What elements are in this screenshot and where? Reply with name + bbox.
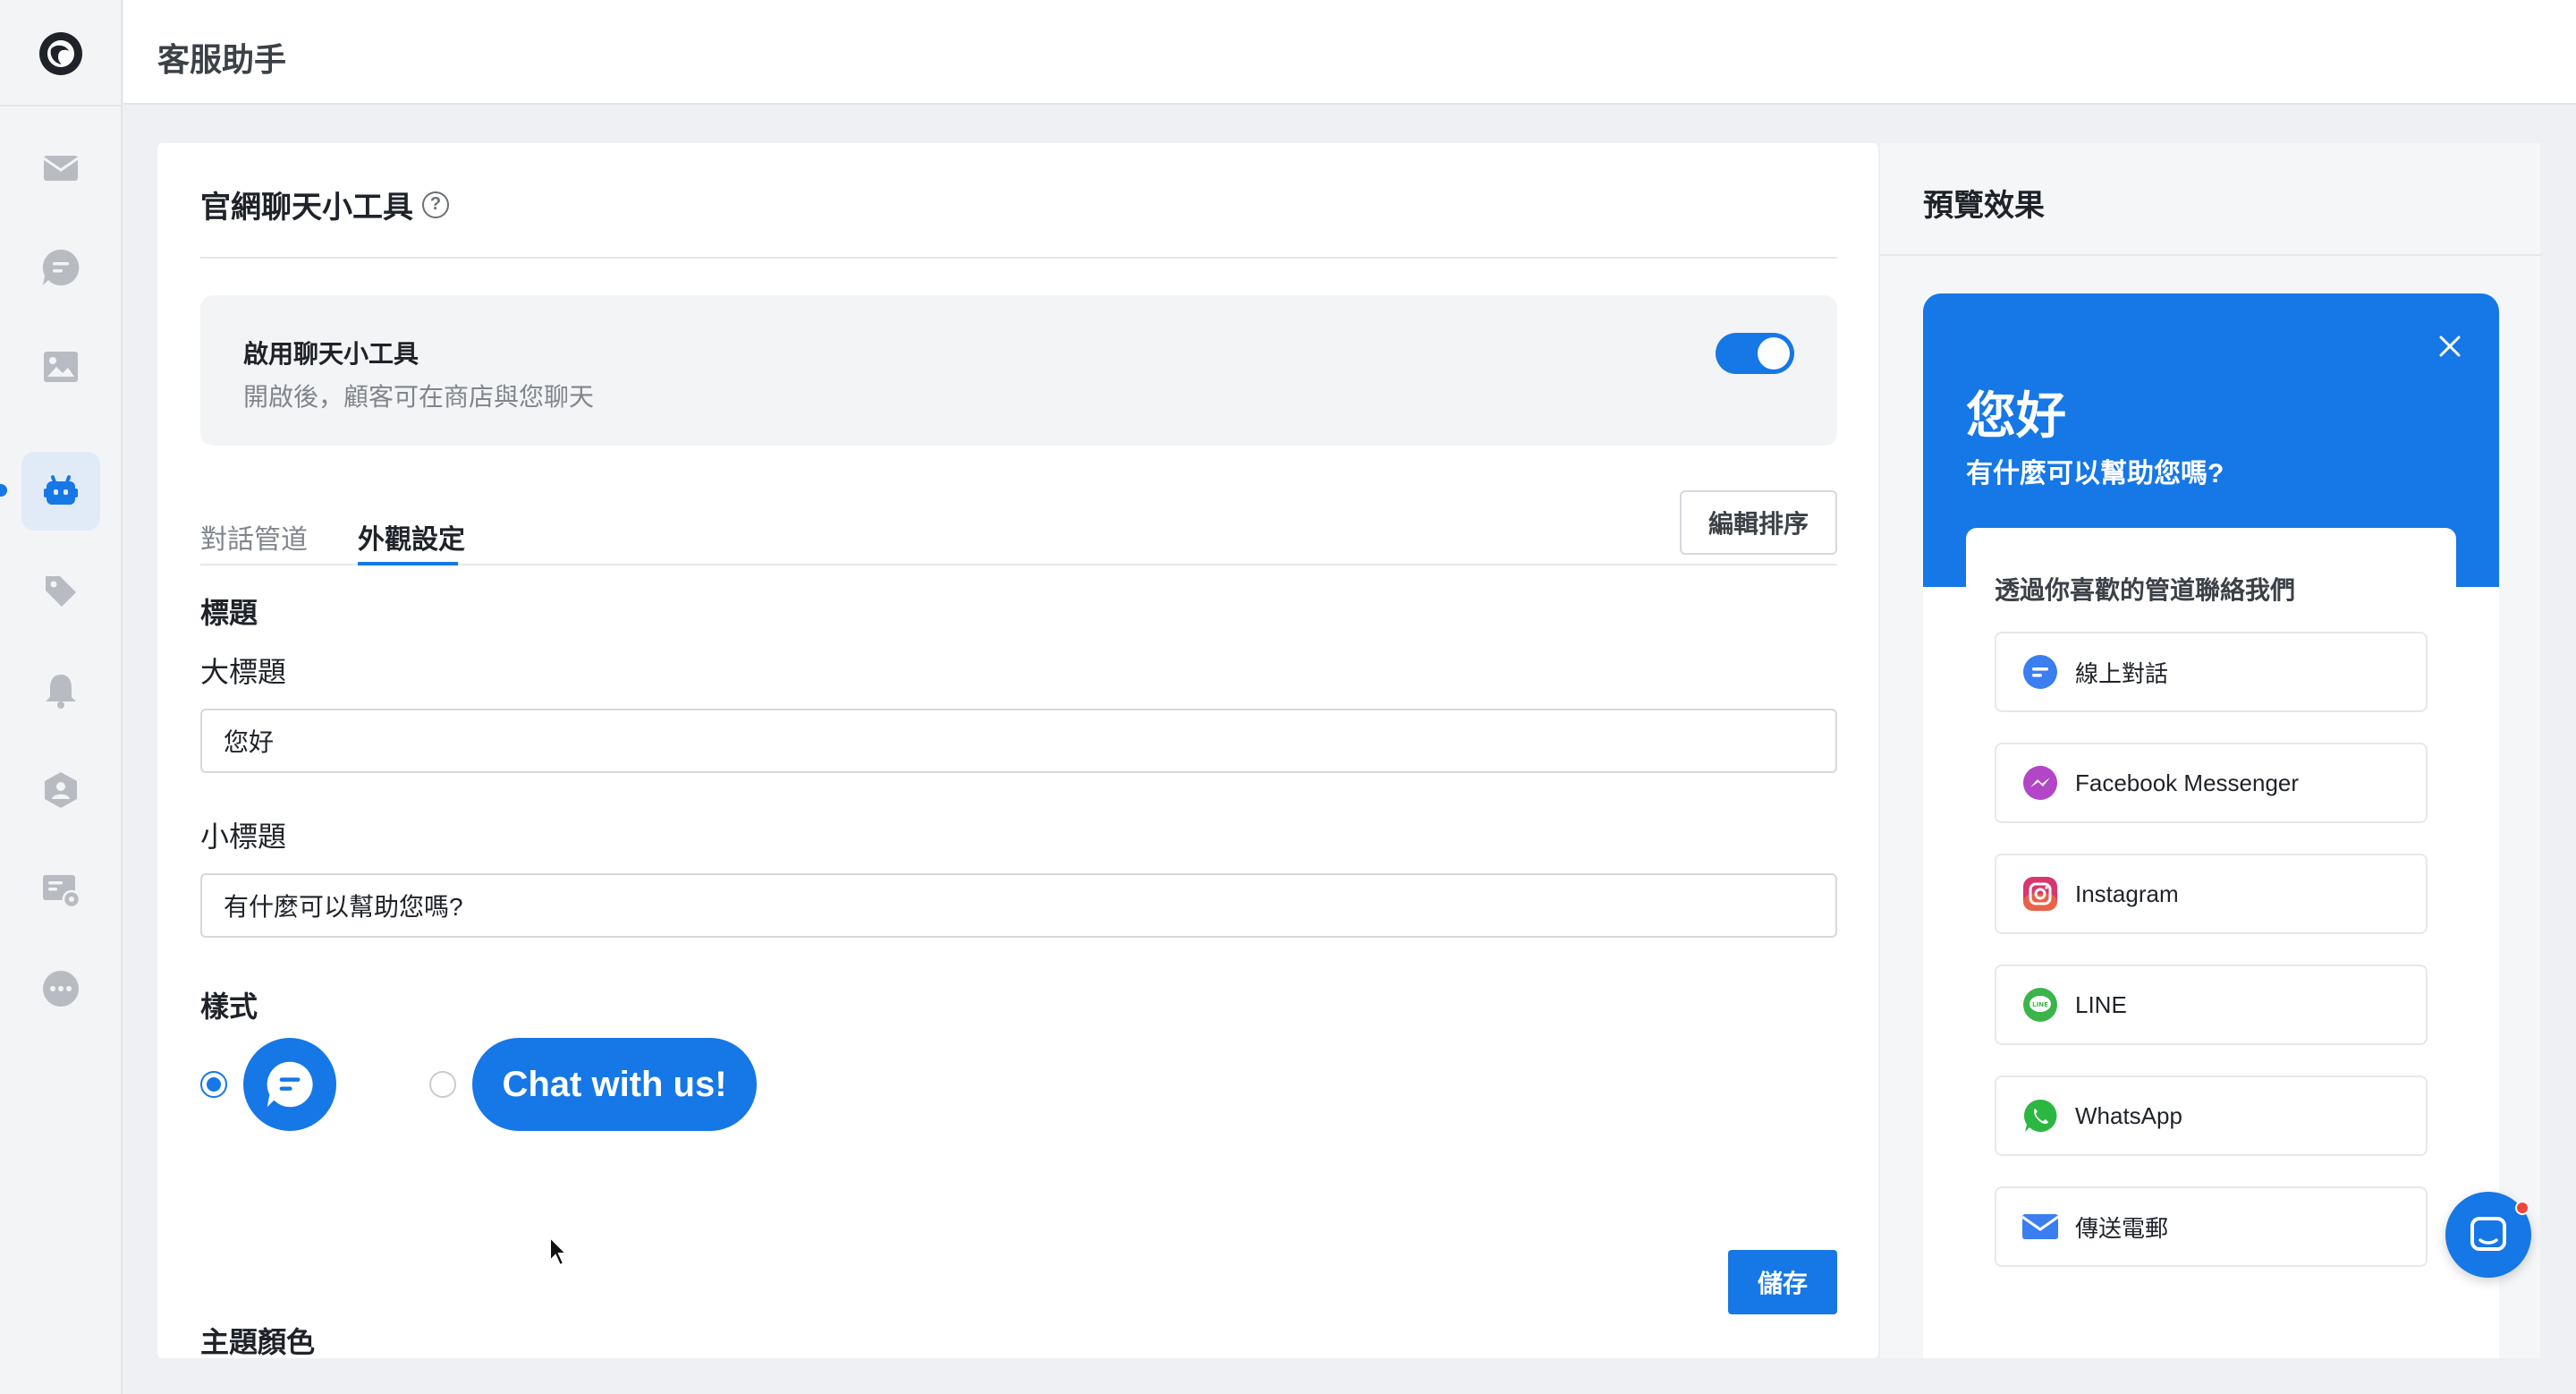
robot-icon — [44, 475, 78, 505]
bell-icon — [46, 675, 76, 709]
chat-bubble-icon — [267, 1061, 313, 1108]
subtitle-label: 小標題 — [200, 820, 287, 853]
widget-subheading: 有什麼可以幫助您嗎? — [1966, 459, 2224, 489]
more-dots-icon — [43, 971, 79, 1007]
preview-divider — [1880, 254, 2542, 256]
toggle-knob — [1758, 337, 1790, 370]
widget-card-title: 透過你喜歡的管道聯絡我們 — [1995, 576, 2296, 604]
sidebar-item-chat[interactable] — [21, 228, 100, 307]
messenger-icon — [2021, 764, 2059, 802]
channel-messenger[interactable]: Facebook Messenger — [1995, 743, 2428, 823]
svg-text:LINE: LINE — [2032, 1001, 2048, 1008]
main-title-input[interactable]: 您好 — [200, 709, 1837, 773]
notification-badge — [2515, 1201, 2529, 1215]
enable-widget-box: 啟用聊天小工具 開啟後，顧客可在商店與您聊天 — [200, 295, 1837, 446]
channel-label: WhatsApp — [2075, 1101, 2182, 1129]
style-text-option[interactable]: Chat with us! — [472, 1038, 757, 1131]
widget-channel-card: 透過你喜歡的管道聯絡我們 線上對話 Facebook Messenger Ins… — [1966, 528, 2456, 1358]
style-icon-radio[interactable] — [200, 1071, 227, 1098]
top-bar: 客服助手 — [123, 0, 2576, 105]
enable-widget-title: 啟用聊天小工具 — [243, 340, 419, 368]
channel-whatsapp[interactable]: WhatsApp — [1995, 1075, 2428, 1156]
sidebar-item-more[interactable] — [21, 949, 100, 1028]
preview-title: 預覽效果 — [1923, 189, 2045, 223]
main-title-label: 大標題 — [200, 656, 287, 688]
settings-panel: 官網聊天小工具 ? 啟用聊天小工具 開啟後，顧客可在商店與您聊天 對話管道 外觀… — [157, 143, 1878, 1358]
sidebar-item-inbox[interactable] — [21, 129, 100, 208]
sidebar-item-tags[interactable] — [21, 552, 100, 631]
tag-icon — [46, 576, 76, 607]
help-icon[interactable]: ? — [422, 191, 449, 218]
sidebar-item-notifications[interactable] — [21, 651, 100, 730]
instagram-icon — [2021, 875, 2059, 913]
channel-label: Facebook Messenger — [2075, 769, 2300, 796]
preview-panel: 預覽效果 您好 有什麼可以幫助您嗎? 透過你喜歡的管道聯絡我們 線上對話 Fac… — [1878, 143, 2542, 1358]
image-icon — [44, 352, 78, 382]
edit-order-button[interactable]: 編輯排序 — [1680, 490, 1837, 555]
user-shield-icon — [45, 772, 77, 808]
enable-widget-toggle[interactable] — [1716, 333, 1794, 374]
app-logo[interactable] — [39, 32, 82, 75]
sidebar-item-media[interactable] — [21, 327, 100, 406]
bird-logo-icon — [47, 40, 74, 67]
active-indicator — [0, 484, 7, 497]
channel-label: 傳送電郵 — [2075, 1214, 2169, 1242]
panel-title-text: 官網聊天小工具 — [200, 191, 413, 225]
sidebar-item-channel-settings[interactable] — [21, 850, 100, 929]
whatsapp-icon — [2021, 1097, 2059, 1135]
sidebar-item-team[interactable] — [21, 751, 100, 829]
sidebar-divider — [0, 105, 123, 106]
chat-icon — [2021, 653, 2059, 691]
channel-label: 線上對話 — [2075, 659, 2169, 687]
tab-channels[interactable]: 對話管道 — [200, 517, 308, 557]
subtitle-input[interactable]: 有什麼可以幫助您嗎? — [200, 873, 1837, 938]
sidebar — [0, 0, 123, 1394]
chat-bubble-icon — [42, 249, 80, 285]
envelope-icon — [43, 156, 79, 181]
sidebar-item-bot[interactable] — [21, 452, 100, 531]
channel-live-chat[interactable]: 線上對話 — [1995, 632, 2428, 712]
widget-heading: 您好 — [1966, 387, 2066, 444]
tab-bar: 對話管道 外觀設定 編輯排序 — [200, 490, 1837, 565]
enable-widget-description: 開啟後，顧客可在商店與您聊天 — [243, 383, 595, 411]
style-label: 樣式 — [200, 990, 258, 1023]
panel-title: 官網聊天小工具 ? — [200, 183, 449, 226]
app-title: 客服助手 — [157, 41, 287, 78]
heading-section-label: 標題 — [200, 597, 258, 629]
panel-divider — [200, 257, 1837, 259]
theme-color-label: 主題顏色 — [200, 1326, 316, 1358]
save-button[interactable]: 儲存 — [1728, 1250, 1837, 1314]
channel-instagram[interactable]: Instagram — [1995, 854, 2428, 934]
chat-widget-preview: 您好 有什麼可以幫助您嗎? 透過你喜歡的管道聯絡我們 線上對話 Facebook… — [1923, 293, 2499, 1358]
tab-appearance[interactable]: 外觀設定 — [358, 517, 465, 557]
style-icon-option[interactable] — [243, 1038, 336, 1131]
mouse-cursor-icon — [549, 1236, 569, 1267]
close-icon[interactable] — [2438, 335, 2462, 358]
chat-settings-icon — [43, 875, 81, 909]
style-text-radio[interactable] — [429, 1071, 456, 1098]
channel-label: LINE — [2075, 990, 2127, 1018]
chat-launcher-icon — [2470, 1217, 2506, 1251]
active-tab-underline — [358, 562, 458, 565]
email-icon — [2021, 1208, 2059, 1245]
line-icon: LINE — [2021, 986, 2059, 1024]
channel-label: Instagram — [2075, 880, 2179, 907]
channel-line[interactable]: LINE LINE — [1995, 965, 2428, 1045]
channel-email[interactable]: 傳送電郵 — [1995, 1186, 2428, 1267]
